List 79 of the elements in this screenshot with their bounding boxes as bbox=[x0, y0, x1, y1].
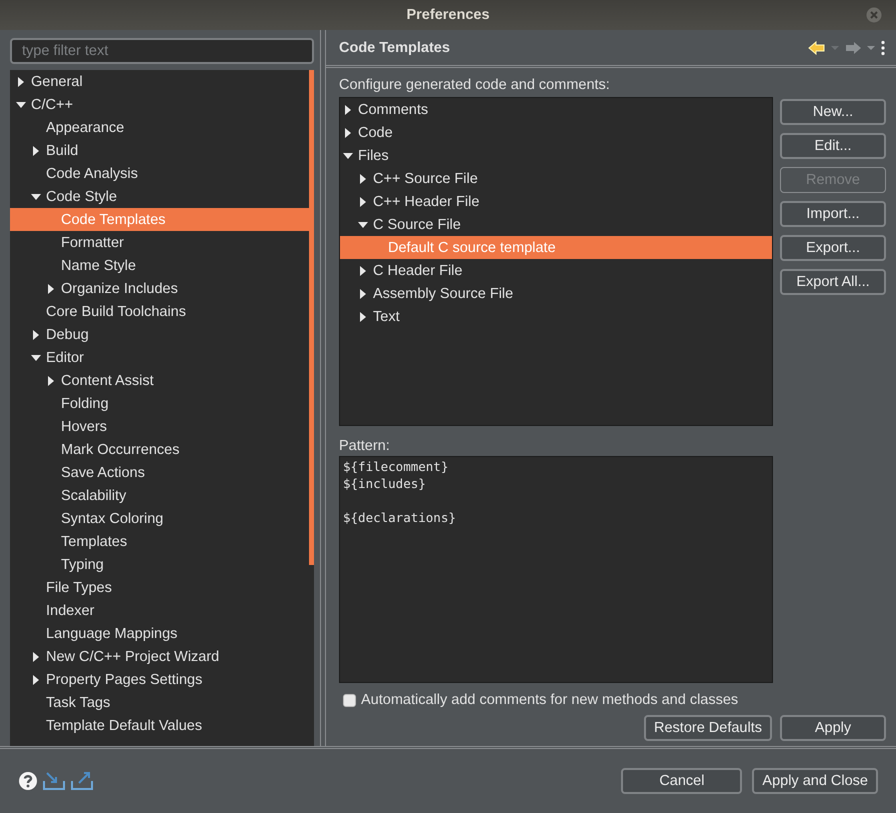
menu-icon[interactable] bbox=[880, 40, 886, 56]
tree-item[interactable]: Formatter bbox=[10, 231, 309, 254]
filter-field[interactable]: type filter text bbox=[10, 38, 314, 64]
tree-item[interactable]: C Header File bbox=[340, 259, 772, 282]
expand-arrow-icon[interactable] bbox=[32, 652, 38, 662]
description-label: Configure generated code and comments: bbox=[339, 76, 611, 95]
scrollbar-thumb[interactable] bbox=[309, 70, 314, 565]
tree-item[interactable]: Files bbox=[340, 144, 772, 167]
tree-item[interactable]: Templates bbox=[10, 530, 309, 553]
tree-item[interactable]: Comments bbox=[340, 98, 772, 121]
collapse-arrow-icon[interactable] bbox=[358, 222, 368, 228]
pattern-editor[interactable]: ${filecomment} ${includes} ${declarations} bbox=[339, 456, 773, 683]
tree-item[interactable]: Organize Includes bbox=[10, 277, 309, 300]
expand-arrow-icon[interactable] bbox=[344, 128, 350, 138]
expand-arrow-icon[interactable] bbox=[32, 146, 38, 156]
tree-item[interactable]: Content Assist bbox=[10, 369, 309, 392]
tree-item[interactable]: Build bbox=[10, 139, 309, 162]
tree-item[interactable]: Appearance bbox=[10, 116, 309, 139]
expand-arrow-icon[interactable] bbox=[48, 284, 54, 294]
tree-item[interactable]: Mark Occurrences bbox=[10, 438, 309, 461]
tree-item[interactable]: Folding bbox=[10, 392, 309, 415]
tree-item[interactable]: Editor bbox=[10, 346, 309, 369]
tree-item[interactable]: Task Tags bbox=[10, 691, 309, 714]
import-icon[interactable] bbox=[42, 771, 66, 791]
checkbox[interactable] bbox=[343, 694, 356, 706]
tree-item[interactable]: Text bbox=[340, 305, 772, 328]
expand-arrow-icon[interactable] bbox=[360, 174, 366, 184]
collapse-arrow-icon[interactable] bbox=[30, 354, 40, 360]
action-button[interactable]: New... bbox=[780, 99, 886, 125]
action-button[interactable]: Export... bbox=[780, 235, 886, 261]
tree-item[interactable]: Indexer bbox=[10, 599, 309, 622]
tree-item[interactable]: Assembly Source File bbox=[340, 282, 772, 305]
tree-item[interactable]: Save Actions bbox=[10, 461, 309, 484]
help-icon[interactable] bbox=[18, 771, 38, 791]
expand-arrow-icon[interactable] bbox=[344, 104, 350, 114]
tree-item[interactable]: Scalability bbox=[10, 484, 309, 507]
back-arrow-icon[interactable] bbox=[808, 40, 826, 54]
page-title: Code Templates bbox=[339, 40, 451, 56]
tree-item[interactable]: New C/C++ Project Wizard bbox=[10, 645, 309, 668]
tree-item[interactable]: Code bbox=[340, 121, 772, 144]
expand-arrow-icon[interactable] bbox=[360, 312, 366, 322]
tree-item[interactable]: File Types bbox=[10, 576, 309, 599]
action-button[interactable]: Export All... bbox=[780, 269, 886, 295]
pattern-label: Pattern: bbox=[339, 437, 391, 456]
checkbox-label[interactable]: Automatically add comments for new methods and classes bbox=[361, 692, 738, 708]
tree-item[interactable]: Syntax Coloring bbox=[10, 507, 309, 530]
expand-arrow-icon[interactable] bbox=[32, 674, 38, 684]
tree-item[interactable]: C++ Source File bbox=[340, 167, 772, 190]
tree-item[interactable]: C/C++ bbox=[10, 93, 309, 116]
export-icon[interactable] bbox=[70, 771, 94, 791]
tree-item[interactable]: C Source File bbox=[340, 213, 772, 236]
tree-item[interactable]: Typing bbox=[10, 553, 309, 576]
action-button[interactable]: Edit... bbox=[780, 133, 886, 159]
tree-item[interactable]: Name Style bbox=[10, 254, 309, 277]
tree-item[interactable]: Property Pages Settings bbox=[10, 668, 309, 691]
tree-item[interactable]: Code Style bbox=[10, 185, 309, 208]
dialog-button[interactable]: Apply and Close bbox=[752, 768, 878, 794]
collapse-arrow-icon[interactable] bbox=[30, 194, 40, 200]
tree-item[interactable]: Template Default Values bbox=[10, 714, 309, 737]
dialog-button[interactable]: Cancel bbox=[621, 768, 742, 794]
expand-arrow-icon[interactable] bbox=[360, 266, 366, 276]
tree-item[interactable]: Hovers bbox=[10, 415, 309, 438]
expand-arrow-icon[interactable] bbox=[360, 288, 366, 298]
tree-item[interactable]: Debug bbox=[10, 323, 309, 346]
collapse-arrow-icon[interactable] bbox=[342, 152, 352, 158]
expand-arrow-icon[interactable] bbox=[18, 76, 24, 86]
tree-item[interactable]: Core Build Toolchains bbox=[10, 300, 309, 323]
action-button[interactable]: Import... bbox=[780, 201, 886, 227]
tree-item[interactable]: C++ Header File bbox=[340, 190, 772, 213]
expand-arrow-icon[interactable] bbox=[48, 376, 54, 386]
expand-arrow-icon[interactable] bbox=[32, 330, 38, 340]
expand-arrow-icon[interactable] bbox=[360, 196, 366, 206]
tree-item[interactable]: General bbox=[10, 70, 309, 93]
page-button[interactable]: Restore Defaults bbox=[644, 715, 772, 741]
page-button[interactable]: Apply bbox=[780, 715, 886, 741]
collapse-arrow-icon[interactable] bbox=[16, 102, 26, 108]
window-title: Preferences bbox=[406, 7, 490, 23]
tree-item[interactable]: Code Analysis bbox=[10, 162, 309, 185]
tree-item[interactable]: Language Mappings bbox=[10, 622, 309, 645]
